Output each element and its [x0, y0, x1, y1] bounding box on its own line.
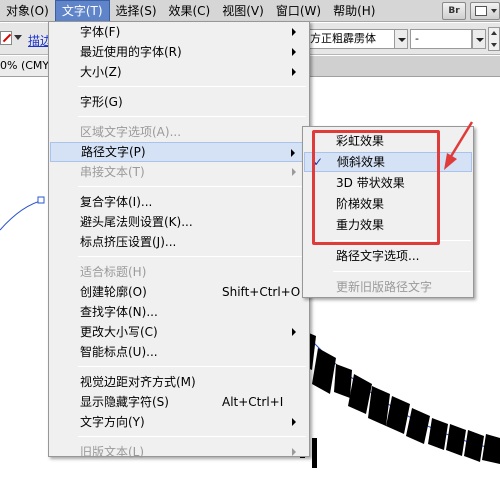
annotation-arrow-icon: [444, 121, 474, 170]
